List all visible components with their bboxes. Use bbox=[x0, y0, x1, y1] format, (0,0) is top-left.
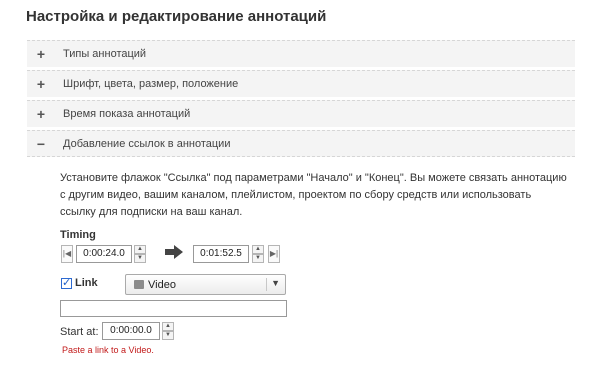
section-description: Установите флажок "Ссылка" под параметра… bbox=[60, 172, 567, 218]
section-add-links[interactable]: − Добавление ссылок в аннотации bbox=[27, 130, 575, 157]
spin-down-icon[interactable]: ▼ bbox=[252, 254, 264, 263]
start-at-spinner[interactable]: ▲ ▼ bbox=[162, 322, 174, 340]
link-type-value: Video bbox=[148, 279, 176, 291]
section-label: Типы аннотаций bbox=[63, 48, 147, 60]
plus-icon[interactable]: + bbox=[35, 47, 47, 61]
section-display-time[interactable]: + Время показа аннотаций bbox=[27, 100, 575, 127]
link-error-message: Paste a link to a Video. bbox=[62, 345, 154, 355]
section-font-colors[interactable]: + Шрифт, цвета, размер, положение bbox=[27, 70, 575, 97]
spin-up-icon[interactable]: ▲ bbox=[252, 245, 264, 254]
link-label: Link bbox=[75, 277, 98, 289]
plus-icon[interactable]: + bbox=[35, 77, 47, 91]
section-label: Время показа аннотаций bbox=[63, 108, 191, 120]
section-annotation-types[interactable]: + Типы аннотаций bbox=[27, 40, 575, 67]
step-back-button[interactable]: |◀ bbox=[61, 245, 73, 263]
section-label: Добавление ссылок в аннотации bbox=[63, 137, 231, 150]
minus-icon[interactable]: − bbox=[35, 137, 47, 151]
start-at-label: Start at: bbox=[60, 326, 99, 338]
right-arrow-icon bbox=[165, 245, 183, 259]
link-type-select[interactable]: Video ▼ bbox=[125, 274, 286, 295]
end-time-spinner[interactable]: ▲ ▼ bbox=[252, 245, 264, 263]
video-icon bbox=[134, 280, 144, 289]
plus-icon[interactable]: + bbox=[35, 107, 47, 121]
spin-down-icon[interactable]: ▼ bbox=[134, 254, 146, 263]
link-url-input[interactable] bbox=[60, 300, 287, 317]
link-checkbox[interactable]: ✓ bbox=[61, 278, 72, 289]
page-title: Настройка и редактирование аннотаций bbox=[26, 8, 327, 25]
start-time-spinner[interactable]: ▲ ▼ bbox=[134, 245, 146, 263]
select-divider bbox=[266, 278, 267, 291]
end-time-input[interactable]: 0:01:52.5 bbox=[193, 245, 249, 263]
section-label: Шрифт, цвета, размер, положение bbox=[63, 78, 239, 90]
spin-down-icon[interactable]: ▼ bbox=[162, 331, 174, 340]
start-time-input[interactable]: 0:00:24.0 bbox=[76, 245, 132, 263]
chevron-down-icon[interactable]: ▼ bbox=[271, 278, 280, 288]
spin-up-icon[interactable]: ▲ bbox=[134, 245, 146, 254]
start-at-input[interactable]: 0:00:00.0 bbox=[102, 322, 160, 340]
step-forward-button[interactable]: ▶| bbox=[268, 245, 280, 263]
spin-up-icon[interactable]: ▲ bbox=[162, 322, 174, 331]
timing-title: Timing bbox=[60, 229, 96, 241]
